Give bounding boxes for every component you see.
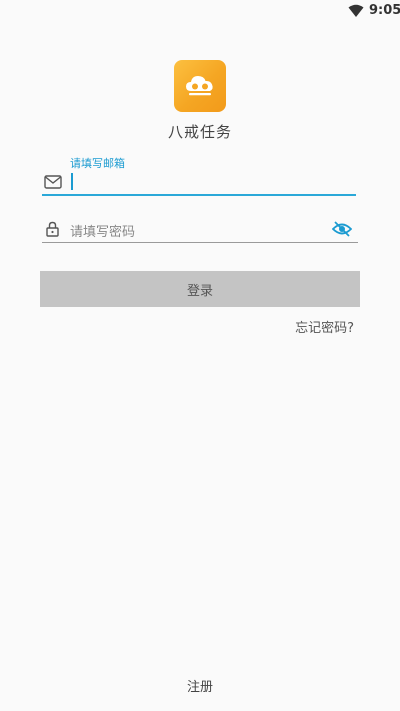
wifi-icon (348, 4, 364, 17)
app-logo (174, 60, 226, 112)
mail-icon (44, 175, 62, 189)
eye-off-icon[interactable] (332, 220, 352, 238)
lock-icon (46, 221, 59, 237)
register-link[interactable]: 注册 (0, 676, 400, 695)
cloud-icon (186, 76, 213, 96)
login-button[interactable]: 登录 (40, 271, 360, 307)
status-bar: 9:05 (0, 0, 400, 24)
email-input[interactable] (70, 170, 350, 192)
forgot-password-link[interactable]: 忘记密码? (295, 317, 354, 336)
app-name: 八戒任务 (167, 123, 232, 141)
password-placeholder: 请填写密码 (70, 225, 136, 240)
email-label: 请填写邮箱 (70, 157, 125, 170)
text-cursor (71, 173, 73, 190)
password-field[interactable]: 请填写密码 (42, 215, 358, 243)
email-field[interactable] (42, 170, 356, 196)
status-time: 9:05 (369, 3, 400, 18)
